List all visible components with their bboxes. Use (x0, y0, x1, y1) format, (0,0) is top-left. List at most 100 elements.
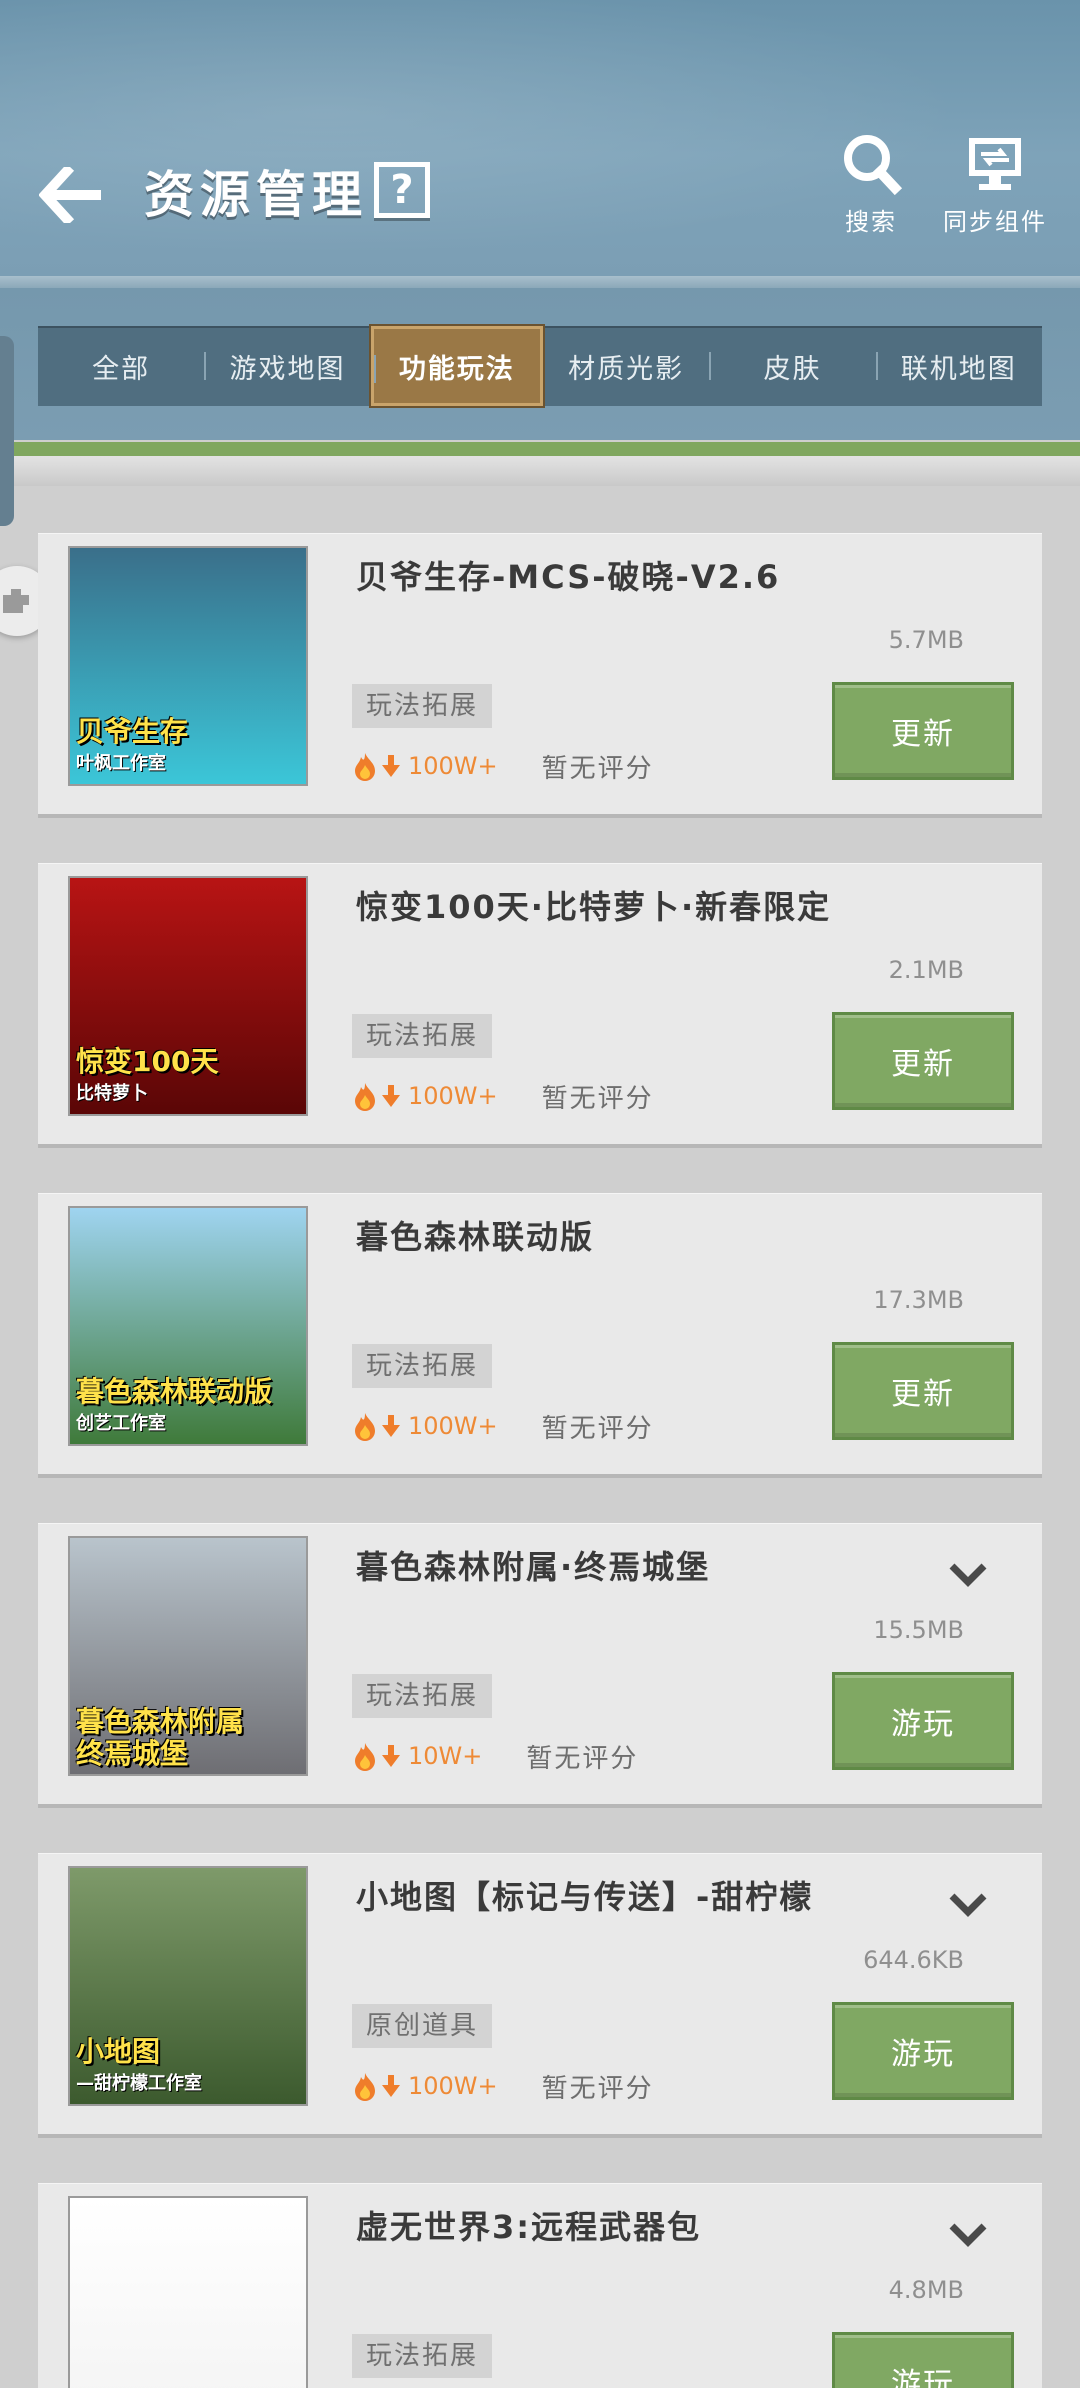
arrow-left-icon (39, 167, 101, 223)
resource-thumbnail[interactable] (68, 2196, 308, 2388)
flame-icon (355, 1083, 375, 1111)
thumbnail-caption: 暮色森林联动版创艺工作室 (70, 1372, 306, 1444)
update-button[interactable]: 更新 (832, 1342, 1014, 1440)
resource-title: 暮色森林附属·终焉城堡 (356, 1548, 711, 1586)
thumbnail-caption: 惊变100天比特萝卜 (70, 1042, 306, 1114)
download-arrow-icon (382, 1085, 400, 1107)
thumbnail-caption: 暮色森林附属 终焉城堡 (70, 1702, 306, 1774)
rating-text: 暂无评分 (541, 2073, 654, 2104)
header-divider (0, 276, 1080, 288)
tab-all[interactable]: 全部 (38, 326, 204, 406)
download-arrow-icon (382, 1745, 400, 1767)
rating-text: 暂无评分 (541, 1413, 654, 1444)
monitor-sync-icon (969, 138, 1021, 190)
category-tag: 玩法拓展 (352, 1344, 493, 1388)
download-count: 10W+ (408, 1742, 483, 1770)
resource-stats: 100W+ 暂无评分 (352, 1078, 654, 1114)
resource-title: 暮色森林联动版 (356, 1218, 595, 1256)
resource-thumbnail[interactable]: 贝爷生存 叶枫工作室 (68, 546, 308, 786)
thumbnail-caption: 贝爷生存 叶枫工作室 (70, 712, 306, 784)
thumbnail-studio: 叶枫工作室 (76, 753, 166, 774)
download-count: 100W+ (408, 1412, 498, 1440)
category-tag: 玩法拓展 (352, 1674, 493, 1718)
tab-multiplayer-maps[interactable]: 联机地图 (875, 326, 1042, 406)
thumbnail-title: 暮色森林联动版 (76, 1375, 273, 1408)
title-bar: 资源管理 ? 搜索 同步组件 (0, 120, 1080, 280)
tab-gameplay[interactable]: 功能玩法 (370, 326, 543, 406)
search-icon (844, 135, 903, 196)
download-arrow-icon (382, 1415, 400, 1437)
thumbnail-studio: —甜柠檬工作室 (76, 2073, 202, 2094)
play-button[interactable]: 游玩 (832, 2332, 1014, 2388)
download-arrow-icon (382, 2075, 400, 2097)
flame-icon (355, 1413, 375, 1441)
thumbnail-studio: 比特萝卜 (76, 1083, 148, 1104)
thumbnail-studio: 创艺工作室 (76, 1413, 166, 1434)
update-button[interactable]: 更新 (832, 1012, 1014, 1110)
resource-stats: 100W+ 暂无评分 (352, 748, 654, 784)
side-drawer-handle[interactable] (0, 336, 14, 526)
resource-title: 虚无世界3:远程武器包 (356, 2208, 702, 2246)
download-count: 100W+ (408, 752, 498, 780)
resource-size: 17.3MB (873, 1286, 964, 1314)
resource-card[interactable]: 小地图 —甜柠檬工作室 小地图【标记与传送】-甜柠檬 644.6KB 原创道具 100W+… (38, 1854, 1042, 2134)
resource-title: 贝爷生存-MCS-破晓-V2.6 (356, 558, 781, 596)
play-button[interactable]: 游玩 (832, 1672, 1014, 1770)
category-tag: 玩法拓展 (352, 684, 493, 728)
flame-icon (355, 753, 375, 781)
download-count: 100W+ (408, 1082, 498, 1110)
resource-stats: 10W+ 暂无评分 (352, 1738, 638, 1774)
download-count: 100W+ (408, 2072, 498, 2100)
resource-card[interactable]: 暮色森林联动版 创艺工作室 暮色森林联动版 17.3MB 玩法拓展 100W+ 暂无评分 更新 (38, 1194, 1042, 1474)
thumbnail-title: 惊变100天 (76, 1045, 219, 1078)
thumbnail-caption: 小地图 —甜柠檬工作室 (70, 2032, 306, 2104)
help-button[interactable]: ? (374, 162, 430, 218)
header: 资源管理 ? 搜索 同步组件 (0, 0, 1080, 282)
puzzle-icon (3, 589, 29, 613)
flame-icon (355, 1743, 375, 1771)
rating-text: 暂无评分 (541, 1083, 654, 1114)
resource-thumbnail[interactable]: 惊变100天比特萝卜 (68, 876, 308, 1116)
play-button[interactable]: 游玩 (832, 2002, 1014, 2100)
resource-title: 小地图【标记与传送】-甜柠檬 (356, 1878, 814, 1916)
tab-skins[interactable]: 皮肤 (709, 326, 875, 406)
resource-size: 5.7MB (888, 626, 964, 654)
thumbnail-title: 小地图 (76, 2035, 161, 2068)
resource-size: 2.1MB (888, 956, 964, 984)
resource-thumbnail[interactable]: 小地图 —甜柠檬工作室 (68, 1866, 308, 2106)
resource-thumbnail[interactable]: 暮色森林联动版创艺工作室 (68, 1206, 308, 1446)
resource-card[interactable]: 惊变100天 比特萝卜 惊变100天·比特萝卜·新春限定 2.1MB 玩法拓展 100W+… (38, 864, 1042, 1144)
resource-size: 15.5MB (873, 1616, 964, 1644)
resource-card[interactable]: 暮色森林附属 终焉城堡 暮色森林附属·终焉城堡 15.5MB 玩法拓展 10W+ 暂无评分… (38, 1524, 1042, 1804)
resource-size: 644.6KB (863, 1946, 964, 1974)
tab-game-maps[interactable]: 游戏地图 (204, 326, 370, 406)
resource-card[interactable]: 贝爷生存叶枫工作室 贝爷生存-MCS-破晓-V2.6 5.7MB 玩法拓展 100W+ 暂… (38, 534, 1042, 814)
sync-components-button[interactable]: 同步组件 (935, 132, 1055, 242)
category-tabs: 全部 游戏地图 功能玩法 材质光影 皮肤 联机地图 (38, 326, 1042, 406)
resource-card[interactable]: 虚无世界3:远程武器包 4.8MB 玩法拓展 游玩 (38, 2184, 1042, 2388)
rating-text: 暂无评分 (541, 753, 654, 784)
chevron-down-icon[interactable] (946, 1890, 990, 1920)
resource-size: 4.8MB (888, 2276, 964, 2304)
download-arrow-icon (382, 755, 400, 777)
resource-stats: 100W+ 暂无评分 (352, 2068, 654, 2104)
search-button[interactable]: 搜索 (816, 132, 926, 242)
update-button[interactable]: 更新 (832, 682, 1014, 780)
sync-components-label: 同步组件 (943, 208, 1047, 236)
resource-stats: 100W+ 暂无评分 (352, 1408, 654, 1444)
page-title: 资源管理 (144, 166, 368, 224)
chevron-down-icon[interactable] (946, 1560, 990, 1590)
category-tag: 原创道具 (352, 2004, 493, 2048)
category-tag: 玩法拓展 (352, 2334, 493, 2378)
category-tab-section: 全部 游戏地图 功能玩法 材质光影 皮肤 联机地图 (0, 288, 1080, 440)
flame-icon (355, 2073, 375, 2101)
list-top-shadow (0, 456, 1080, 486)
accent-strip (0, 442, 1080, 456)
rating-text: 暂无评分 (526, 1743, 639, 1774)
thumbnail-title: 暮色森林附属 终焉城堡 (76, 1705, 245, 1770)
back-button[interactable] (36, 160, 108, 230)
tab-textures-shaders[interactable]: 材质光影 (543, 326, 709, 406)
chevron-down-icon[interactable] (946, 2220, 990, 2250)
thumbnail-title: 贝爷生存 (76, 715, 189, 748)
resource-thumbnail[interactable]: 暮色森林附属 终焉城堡 (68, 1536, 308, 1776)
